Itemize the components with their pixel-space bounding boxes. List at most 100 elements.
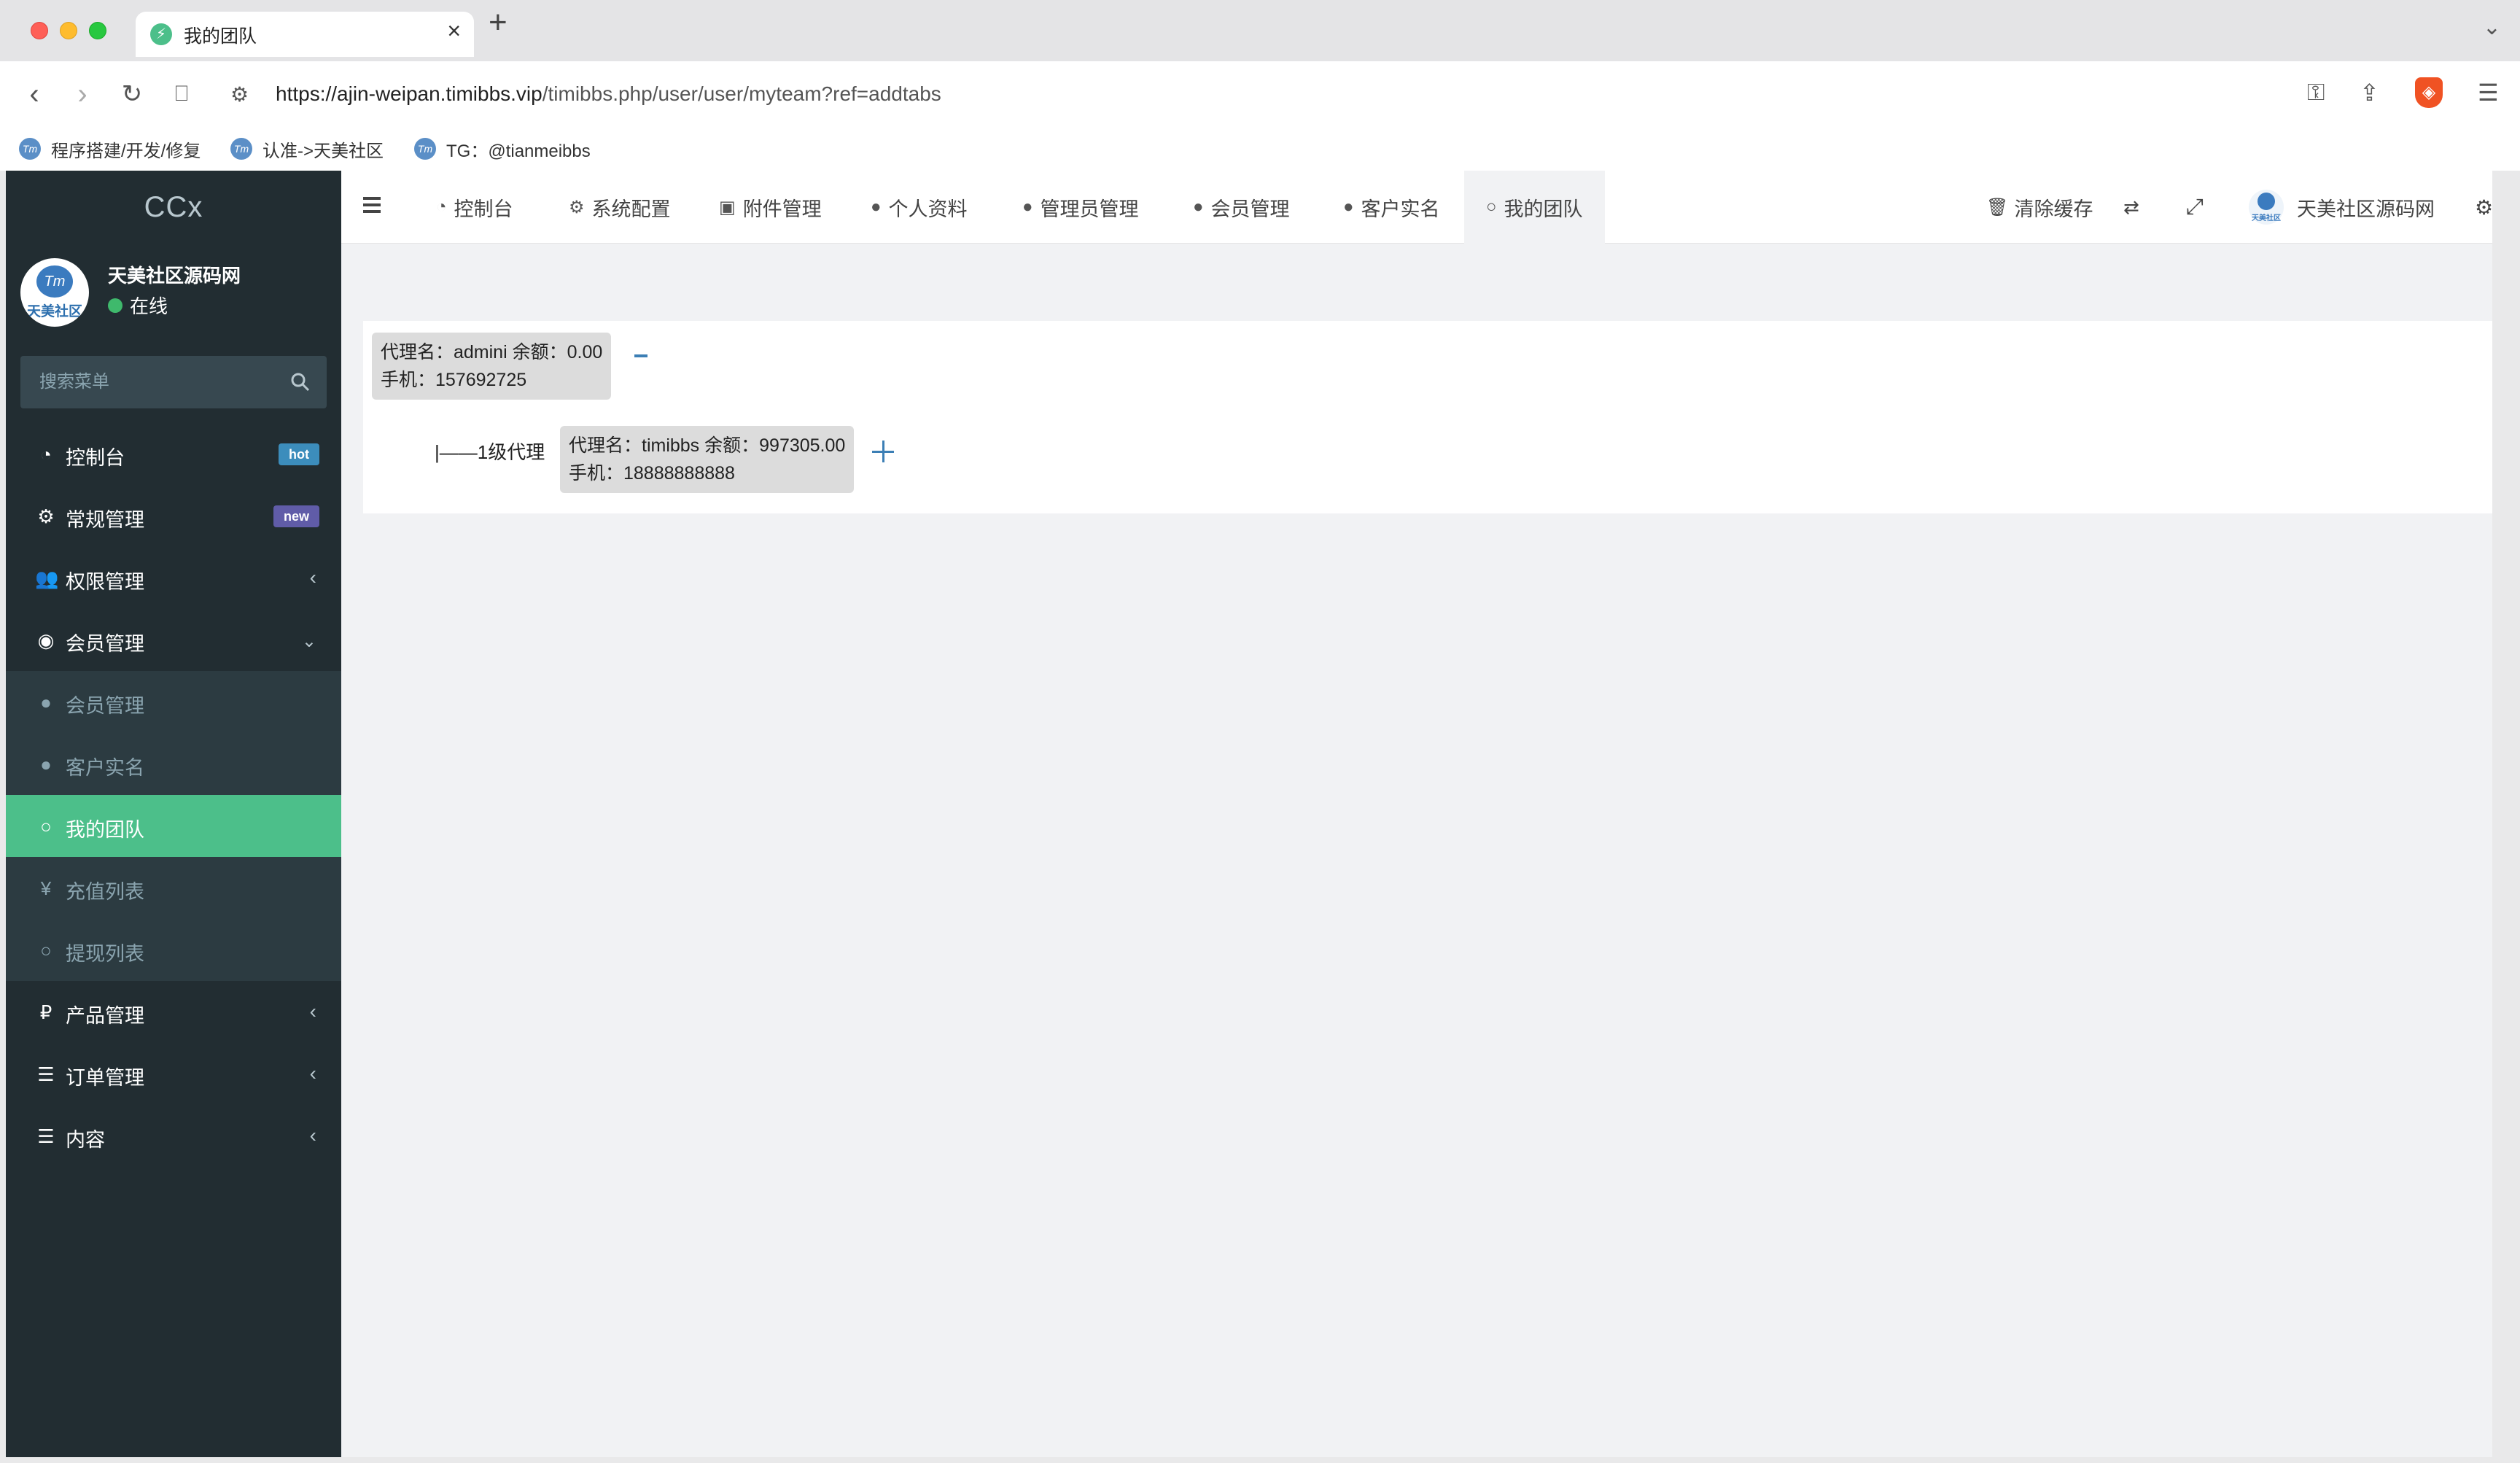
tab-system-config[interactable]: ⚙ 系统配置 [569, 171, 671, 244]
translate-icon[interactable]: ⇄ [2123, 171, 2139, 244]
tab-myteam[interactable]: ○ 我的团队 [1464, 171, 1605, 244]
back-icon[interactable]: ‹ [16, 76, 52, 112]
user-circle-icon: ◉ [37, 629, 55, 651]
share-icon[interactable]: ⇪ [2360, 79, 2379, 106]
sidebar-item-label: 客户实名 [66, 757, 144, 779]
user-icon: ● [40, 691, 52, 713]
search-icon[interactable] [290, 372, 311, 392]
sidebar-subitem-recharge[interactable]: ¥ 充值列表 [6, 857, 341, 919]
bookmark-item[interactable]: Tm 程序搭建/开发/修复 [19, 134, 201, 163]
tab-label: 系统配置 [591, 198, 671, 220]
sidebar-item-members[interactable]: ◉ 会员管理 ⌄ [6, 609, 341, 671]
sidebar-item-auth[interactable]: 👥 权限管理 ‹ [6, 547, 341, 609]
bookmark-item[interactable]: Tm 认准->天美社区 [230, 134, 384, 163]
forward-icon[interactable]: › [64, 76, 101, 112]
sidebar-item-label: 常规管理 [66, 509, 144, 531]
bolt-icon: ⚡ [150, 23, 172, 45]
bookmarks-bar: Tm 程序搭建/开发/修复 Tm 认准->天美社区 Tm TG：@tianmei… [0, 127, 2520, 171]
tab-title: 我的团队 [184, 26, 257, 47]
users-icon: 👥 [35, 567, 59, 589]
expand-icon[interactable] [872, 439, 898, 465]
maximize-window-button[interactable] [89, 22, 106, 39]
online-dot-icon [108, 298, 122, 313]
status-text: 在线 [130, 295, 168, 317]
brave-shield-icon[interactable]: ◈ [2415, 77, 2443, 108]
new-tab-button[interactable]: + [489, 4, 508, 41]
address-bar[interactable]: ⚙ https://ajin-weipan.timibbs.vip/timibb… [216, 71, 2141, 117]
sidebar-subitem-member-manage[interactable]: ● 会员管理 [6, 671, 341, 733]
tm-logo-icon: Tm [36, 265, 73, 298]
clear-cache-label: 清除缓存 [2014, 198, 2093, 220]
list-icon: ☰ [37, 1063, 55, 1085]
node-phone: 手机：18888888888 [569, 463, 735, 484]
tab-profile[interactable]: ● 个人资料 [871, 171, 968, 244]
sidebar-item-general[interactable]: ⚙ 常规管理 new [6, 485, 341, 547]
tab-member-manage[interactable]: ● 会员管理 [1193, 171, 1290, 244]
site-settings-icon[interactable]: ⚙ [230, 82, 249, 106]
tab-realname[interactable]: ● 客户实名 [1343, 171, 1440, 244]
chevron-left-icon: ‹ [309, 1000, 316, 1022]
new-badge: new [273, 505, 319, 527]
close-window-button[interactable] [31, 22, 48, 39]
sidebar-item-orders[interactable]: ☰ 订单管理 ‹ [6, 1043, 341, 1105]
key-icon[interactable]: ⚿ [2307, 79, 2325, 106]
browser-toolbar: ‹ › ↻ ⎕ ⚙ https://ajin-weipan.timibbs.vi… [0, 61, 2520, 127]
browser-tab[interactable]: ⚡ 我的团队 × [136, 12, 474, 57]
minimize-window-button[interactable] [60, 22, 77, 39]
chevron-down-icon[interactable]: ⌄ [2483, 15, 2501, 40]
sidebar-item-label: 会员管理 [66, 633, 144, 655]
menu-icon[interactable]: ☰ [2478, 79, 2499, 106]
tab-label: 客户实名 [1361, 198, 1440, 220]
sidebar-item-label: 充值列表 [66, 881, 144, 903]
clear-cache-button[interactable]: 🗑 清除缓存 [1986, 171, 2093, 244]
fullscreen-icon[interactable]: ⤢ [2186, 171, 2204, 244]
team-node-child[interactable]: 代理名：timibbs 余额：997305.00 手机：18888888888 [560, 426, 855, 493]
team-node-root[interactable]: 代理名：admini 余额：0.00 手机：157692725 [372, 333, 612, 400]
admin-app: CCx Tm 天美社区 天美社区源码网 在线 ◔ 控制台 hot ⚙ [6, 171, 2493, 1457]
bookmark-item[interactable]: Tm TG：@tianmeibbs [414, 134, 591, 163]
tab-dashboard[interactable]: ◔ 控制台 [436, 171, 513, 244]
sidebar-item-label: 内容 [66, 1129, 105, 1151]
user-icon: ● [1193, 197, 1204, 217]
sidebar-subitem-realname[interactable]: ● 客户实名 [6, 733, 341, 795]
tab-admin-manage[interactable]: ● 管理员管理 [1022, 171, 1139, 244]
circle-icon: ○ [40, 815, 52, 837]
user-icon: ● [1022, 197, 1033, 217]
top-navbar: ◔ 控制台 ⚙ 系统配置 ▣ 附件管理 ● 个人资料 ● 管理员管理 ● 会员管理 ● 客户实… [341, 171, 2493, 244]
sidebar-item-label: 我的团队 [66, 819, 144, 841]
sidebar-subitem-withdraw[interactable]: ○ 提现列表 [6, 919, 341, 981]
bookmark-label: 认准->天美社区 [262, 141, 384, 161]
chevron-left-icon: ‹ [309, 1124, 316, 1146]
chevron-left-icon: ‹ [309, 1062, 316, 1084]
tab-label: 管理员管理 [1040, 198, 1139, 220]
tab-close-icon[interactable]: × [447, 18, 461, 44]
user-status: 在线 [108, 292, 168, 319]
search-input[interactable] [20, 356, 283, 408]
site-user-menu[interactable]: 天美社区 天美社区源码网 [2249, 171, 2435, 244]
app-logo[interactable]: CCx [6, 171, 341, 244]
list-icon: ☰ [37, 1125, 55, 1147]
sidebar-item-content[interactable]: ☰ 内容 ‹ [6, 1105, 341, 1167]
collapse-icon[interactable] [634, 354, 648, 357]
cogs-icon[interactable]: ⚙ [2475, 171, 2493, 244]
reload-icon[interactable]: ↻ [114, 76, 150, 112]
tm-logo-icon: Tm [230, 138, 252, 160]
sidebar: CCx Tm 天美社区 天美社区源码网 在线 ◔ 控制台 hot ⚙ [6, 171, 341, 1457]
tab-attachments[interactable]: ▣ 附件管理 [719, 171, 822, 244]
menu-search [20, 356, 327, 408]
sidebar-subitem-myteam[interactable]: ○ 我的团队 [6, 795, 341, 857]
sidebar-menu: ◔ 控制台 hot ⚙ 常规管理 new 👥 权限管理 ‹ ◉ 会员管理 ⌄ ● [6, 423, 341, 1167]
sidebar-item-dashboard[interactable]: ◔ 控制台 hot [6, 423, 341, 485]
sidebar-item-label: 订单管理 [66, 1067, 144, 1089]
circle-icon: ○ [40, 939, 52, 961]
site-name: 天美社区源码网 [2297, 198, 2435, 220]
url-host: https://ajin-weipan.timibbs.vip [276, 82, 542, 105]
hamburger-icon[interactable] [363, 197, 381, 213]
sidebar-item-products[interactable]: ₽ 产品管理 ‹ [6, 981, 341, 1043]
tab-label: 控制台 [454, 198, 513, 220]
url-text[interactable]: https://ajin-weipan.timibbs.vip/timibbs.… [276, 82, 941, 106]
bookmark-label: TG：@tianmeibbs [446, 141, 591, 161]
bookmark-icon[interactable]: ⎕ [163, 76, 200, 112]
tm-logo-icon: Tm [19, 138, 41, 160]
sidebar-item-label: 会员管理 [66, 695, 144, 717]
